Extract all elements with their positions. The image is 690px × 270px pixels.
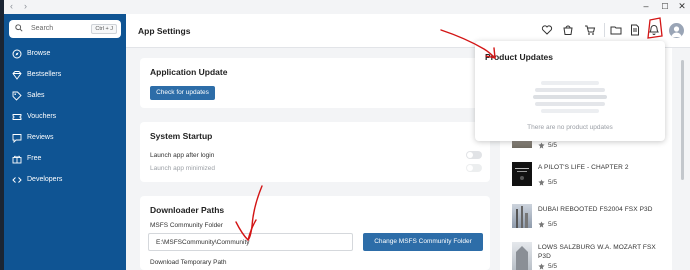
ticket-icon bbox=[12, 114, 22, 120]
sidebar-item-label: Sales bbox=[27, 92, 45, 99]
check-for-updates-button[interactable]: Check for updates bbox=[150, 86, 215, 100]
temp-path-label: Download Temporary Path bbox=[150, 259, 227, 266]
application-update-card: Application Update Check for updates bbox=[140, 58, 490, 108]
forward-arrow-icon[interactable]: › bbox=[24, 2, 27, 11]
launch-minimized-toggle[interactable] bbox=[466, 164, 482, 172]
card-title: Downloader Paths bbox=[150, 205, 225, 215]
community-folder-value: E:\MSFSCommunity\Community bbox=[156, 239, 250, 246]
empty-state-text: There are no product updates bbox=[527, 124, 613, 131]
sidebar-item-sales[interactable]: Sales bbox=[4, 88, 126, 104]
list-item[interactable]: 5/5 bbox=[512, 136, 670, 164]
minimize-icon[interactable]: – bbox=[640, 1, 652, 12]
chat-icon bbox=[12, 134, 22, 143]
product-thumbnail bbox=[512, 162, 532, 186]
search-placeholder: Search bbox=[31, 25, 54, 32]
system-startup-card: System Startup Launch app after login La… bbox=[140, 122, 490, 182]
card-title: Application Update bbox=[150, 67, 228, 77]
sidebar-item-label: Free bbox=[27, 155, 42, 162]
cart-icon[interactable] bbox=[584, 24, 596, 36]
version-icon bbox=[538, 263, 545, 270]
sidebar-item-browse[interactable]: Browse bbox=[4, 46, 126, 62]
bag-icon[interactable] bbox=[562, 24, 574, 36]
community-folder-field[interactable]: E:\MSFSCommunity\Community bbox=[148, 233, 353, 251]
tag-icon bbox=[12, 91, 22, 101]
sidebar-item-label: Reviews bbox=[27, 134, 54, 141]
launch-after-login-toggle[interactable] bbox=[466, 151, 482, 159]
product-version: 5/5 bbox=[548, 263, 558, 270]
version-icon bbox=[538, 221, 545, 228]
sidebar-item-reviews[interactable]: Reviews bbox=[4, 130, 126, 146]
close-icon[interactable]: ✕ bbox=[676, 1, 688, 12]
scrollbar-thumb[interactable] bbox=[681, 60, 684, 180]
product-title: A PILOT'S LIFE - CHAPTER 2 bbox=[538, 164, 629, 171]
empty-list-illustration bbox=[533, 81, 607, 113]
page-title: App Settings bbox=[138, 26, 191, 36]
popup-title: Product Updates bbox=[485, 52, 554, 62]
launch-after-login-label: Launch app after login bbox=[150, 152, 215, 159]
version-icon bbox=[538, 142, 545, 149]
sidebar-item-developers[interactable]: Developers bbox=[4, 172, 126, 188]
sidebar-item-label: Vouchers bbox=[27, 113, 57, 120]
list-item[interactable]: A PILOT'S LIFE - CHAPTER 2 5/5 bbox=[512, 162, 670, 186]
list-item[interactable]: DUBAI REBOOTED FS2004 FSX P3D 5/5 bbox=[512, 204, 670, 228]
sidebar-item-label: Developers bbox=[27, 176, 63, 183]
code-icon bbox=[12, 177, 22, 183]
version-icon bbox=[538, 179, 545, 186]
sidebar-item-vouchers[interactable]: Vouchers bbox=[4, 109, 126, 125]
compass-icon bbox=[12, 49, 22, 59]
maximize-icon[interactable]: ☐ bbox=[659, 1, 671, 12]
product-version: 5/5 bbox=[548, 179, 558, 186]
back-arrow-icon[interactable]: ‹ bbox=[10, 2, 13, 11]
downloader-paths-card: Downloader Paths MSFS Community Folder E… bbox=[140, 196, 490, 270]
folder-icon[interactable] bbox=[610, 24, 622, 36]
sidebar: Search Ctrl + J Browse Bestsellers Sales… bbox=[4, 14, 126, 270]
sidebar-item-bestsellers[interactable]: Bestsellers bbox=[4, 67, 126, 83]
product-updates-popup: Product Updates There are no product upd… bbox=[475, 41, 665, 141]
search-icon bbox=[15, 24, 23, 32]
community-folder-label: MSFS Community Folder bbox=[150, 222, 223, 229]
product-title: DUBAI REBOOTED FS2004 FSX P3D bbox=[538, 206, 653, 213]
sidebar-item-label: Browse bbox=[27, 50, 51, 57]
heart-icon[interactable] bbox=[541, 24, 553, 36]
document-icon[interactable] bbox=[629, 24, 641, 36]
sidebar-item-label: Bestsellers bbox=[27, 71, 62, 78]
search-input[interactable]: Search Ctrl + J bbox=[9, 20, 121, 38]
diamond-icon bbox=[12, 71, 22, 80]
card-title: System Startup bbox=[150, 131, 213, 141]
user-icon bbox=[671, 26, 682, 37]
launch-minimized-label: Launch app minimized bbox=[150, 165, 216, 172]
product-thumbnail bbox=[512, 242, 532, 270]
product-thumbnail bbox=[512, 204, 532, 228]
product-version: 5/5 bbox=[548, 142, 558, 149]
avatar[interactable] bbox=[669, 23, 684, 38]
gift-icon bbox=[12, 155, 22, 164]
list-item[interactable]: LOWS SALZBURG W.A. MOZART FSX P3D 5/5 bbox=[512, 242, 670, 270]
title-bar: ‹ › – ☐ ✕ bbox=[4, 0, 690, 14]
header-divider bbox=[604, 23, 605, 37]
notifications-icon[interactable] bbox=[648, 24, 660, 36]
product-version: 5/5 bbox=[548, 221, 558, 228]
product-title: LOWS SALZBURG W.A. MOZART FSX P3D bbox=[538, 244, 656, 260]
sidebar-item-free[interactable]: Free bbox=[4, 151, 126, 167]
search-shortcut: Ctrl + J bbox=[91, 24, 117, 34]
change-community-folder-button[interactable]: Change MSFS Community Folder bbox=[363, 233, 483, 251]
